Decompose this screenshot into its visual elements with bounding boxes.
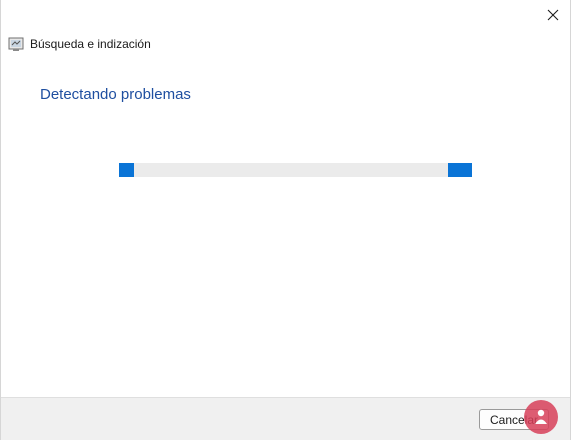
progress-segment-right: [448, 163, 472, 177]
progress-segment-left: [119, 163, 134, 177]
troubleshooter-app-icon: [8, 37, 24, 51]
watermark-glyph: [535, 409, 547, 424]
dialog-footer: Cancelar: [1, 397, 570, 440]
window-header: Búsqueda e indización: [8, 36, 151, 52]
window-title: Búsqueda e indización: [30, 37, 151, 51]
close-button[interactable]: [536, 0, 570, 30]
progress-bar: [119, 163, 472, 177]
close-icon: [547, 9, 559, 21]
troubleshooter-window: Búsqueda e indización Detectando problem…: [0, 0, 571, 440]
page-heading: Detectando problemas: [40, 86, 191, 103]
watermark-logo: [524, 400, 558, 434]
